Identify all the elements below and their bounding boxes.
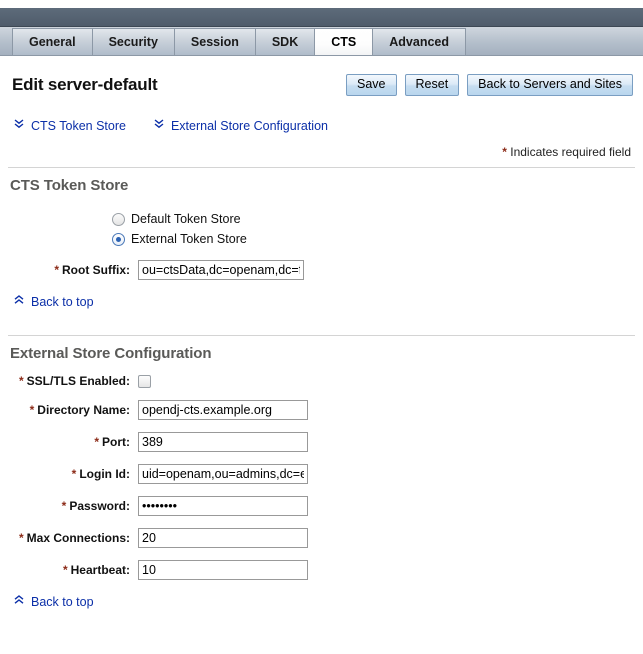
required-field-note: * Indicates required field	[8, 145, 635, 159]
reset-button[interactable]: Reset	[404, 74, 460, 96]
radio-label-external-token-store: External Token Store	[131, 232, 247, 246]
required-asterisk: *	[18, 374, 24, 388]
back-to-top-cts-token-store: Back to top	[14, 294, 635, 309]
tab-cts[interactable]: CTS	[314, 28, 374, 55]
ssl-tls-enabled-checkbox[interactable]	[138, 374, 151, 388]
tab-bar: General Security Session SDK CTS Advance…	[0, 27, 643, 56]
top-dark-bar	[0, 8, 643, 27]
back-to-top-external-store-configuration: Back to top	[14, 594, 635, 609]
required-asterisk: *	[62, 563, 68, 577]
tab-sdk[interactable]: SDK	[254, 28, 316, 55]
radio-default-token-store[interactable]	[112, 212, 125, 226]
field-row-heartbeat: * Heartbeat:	[8, 560, 635, 580]
anchor-link-label: External Store Configuration	[170, 118, 328, 133]
field-row-port: * Port:	[8, 432, 635, 452]
tab-general[interactable]: General	[12, 28, 93, 55]
password-field[interactable]	[138, 496, 308, 516]
tab-advanced[interactable]: Advanced	[372, 28, 466, 55]
label-text: Max Connections:	[26, 531, 130, 545]
login-id-field[interactable]	[138, 464, 308, 484]
required-asterisk: *	[54, 263, 59, 277]
radio-option-external-token-store[interactable]: External Token Store	[112, 230, 635, 248]
back-to-top-label: Back to top	[31, 294, 94, 309]
back-to-top-link[interactable]: Back to top	[14, 594, 94, 609]
required-asterisk: *	[71, 467, 77, 481]
directory-name-field[interactable]	[138, 400, 308, 420]
label-password: * Password:	[8, 499, 138, 513]
double-chevron-up-icon	[14, 594, 24, 609]
root-suffix-field[interactable]	[138, 260, 304, 280]
page-content: Edit server-default Save Reset Back to S…	[0, 74, 643, 609]
tab-security[interactable]: Security	[91, 28, 175, 55]
field-row-login-id: * Login Id:	[8, 464, 635, 484]
port-field[interactable]	[138, 432, 308, 452]
required-asterisk: *	[18, 531, 24, 545]
page-header: Edit server-default Save Reset Back to S…	[8, 74, 635, 96]
required-asterisk: *	[61, 499, 67, 513]
label-text: Port:	[102, 435, 130, 449]
label-text: Directory Name:	[37, 403, 130, 417]
double-chevron-down-icon	[154, 118, 164, 133]
back-to-servers-and-sites-button[interactable]: Back to Servers and Sites	[467, 74, 633, 96]
required-field-note-text: Indicates required field	[510, 145, 631, 159]
label-text: Login Id:	[79, 467, 130, 481]
label-text: Heartbeat:	[70, 563, 130, 577]
label-port: * Port:	[8, 435, 138, 449]
required-asterisk: *	[94, 435, 99, 449]
label-root-suffix: * Root Suffix:	[8, 263, 138, 277]
max-connections-field[interactable]	[138, 528, 308, 548]
token-store-radio-group: Default Token Store External Token Store	[112, 210, 635, 248]
section-divider	[8, 335, 635, 336]
label-directory-name: * Directory Name:	[8, 403, 138, 417]
field-row-directory-name: * Directory Name:	[8, 400, 635, 420]
radio-option-default-token-store[interactable]: Default Token Store	[112, 210, 635, 228]
label-text: Password:	[69, 499, 130, 513]
field-row-root-suffix: * Root Suffix:	[8, 260, 635, 280]
section-anchor-links: CTS Token Store External Store Configura…	[8, 118, 635, 133]
double-chevron-up-icon	[14, 294, 24, 309]
required-asterisk: *	[29, 403, 35, 417]
label-max-connections: * Max Connections:	[8, 531, 138, 545]
field-row-ssl-tls-enabled: * SSL/TLS Enabled:	[8, 374, 635, 388]
window-top-spacer	[0, 0, 643, 8]
anchor-link-external-store-configuration[interactable]: External Store Configuration	[154, 118, 328, 133]
anchor-link-cts-token-store[interactable]: CTS Token Store	[14, 118, 126, 133]
label-text: SSL/TLS Enabled:	[26, 374, 130, 388]
label-text: Root Suffix:	[62, 263, 130, 277]
label-ssl-tls-enabled: * SSL/TLS Enabled:	[8, 374, 138, 388]
section-title-cts-token-store: CTS Token Store	[10, 177, 129, 194]
radio-label-default-token-store: Default Token Store	[131, 212, 241, 226]
back-to-top-label: Back to top	[31, 594, 94, 609]
header-button-group: Save Reset Back to Servers and Sites	[346, 74, 633, 96]
label-heartbeat: * Heartbeat:	[8, 563, 138, 577]
section-divider	[8, 167, 635, 168]
field-row-max-connections: * Max Connections:	[8, 528, 635, 548]
section-title-external-store-configuration: External Store Configuration	[10, 345, 212, 362]
required-asterisk: *	[502, 145, 507, 159]
back-to-top-link[interactable]: Back to top	[14, 294, 94, 309]
page-title: Edit server-default	[12, 75, 158, 94]
field-row-password: * Password:	[8, 496, 635, 516]
label-login-id: * Login Id:	[8, 467, 138, 481]
anchor-link-label: CTS Token Store	[31, 118, 126, 133]
double-chevron-down-icon	[14, 118, 24, 133]
radio-external-token-store[interactable]	[112, 232, 125, 246]
heartbeat-field[interactable]	[138, 560, 308, 580]
tab-session[interactable]: Session	[173, 28, 256, 55]
save-button[interactable]: Save	[346, 74, 397, 96]
